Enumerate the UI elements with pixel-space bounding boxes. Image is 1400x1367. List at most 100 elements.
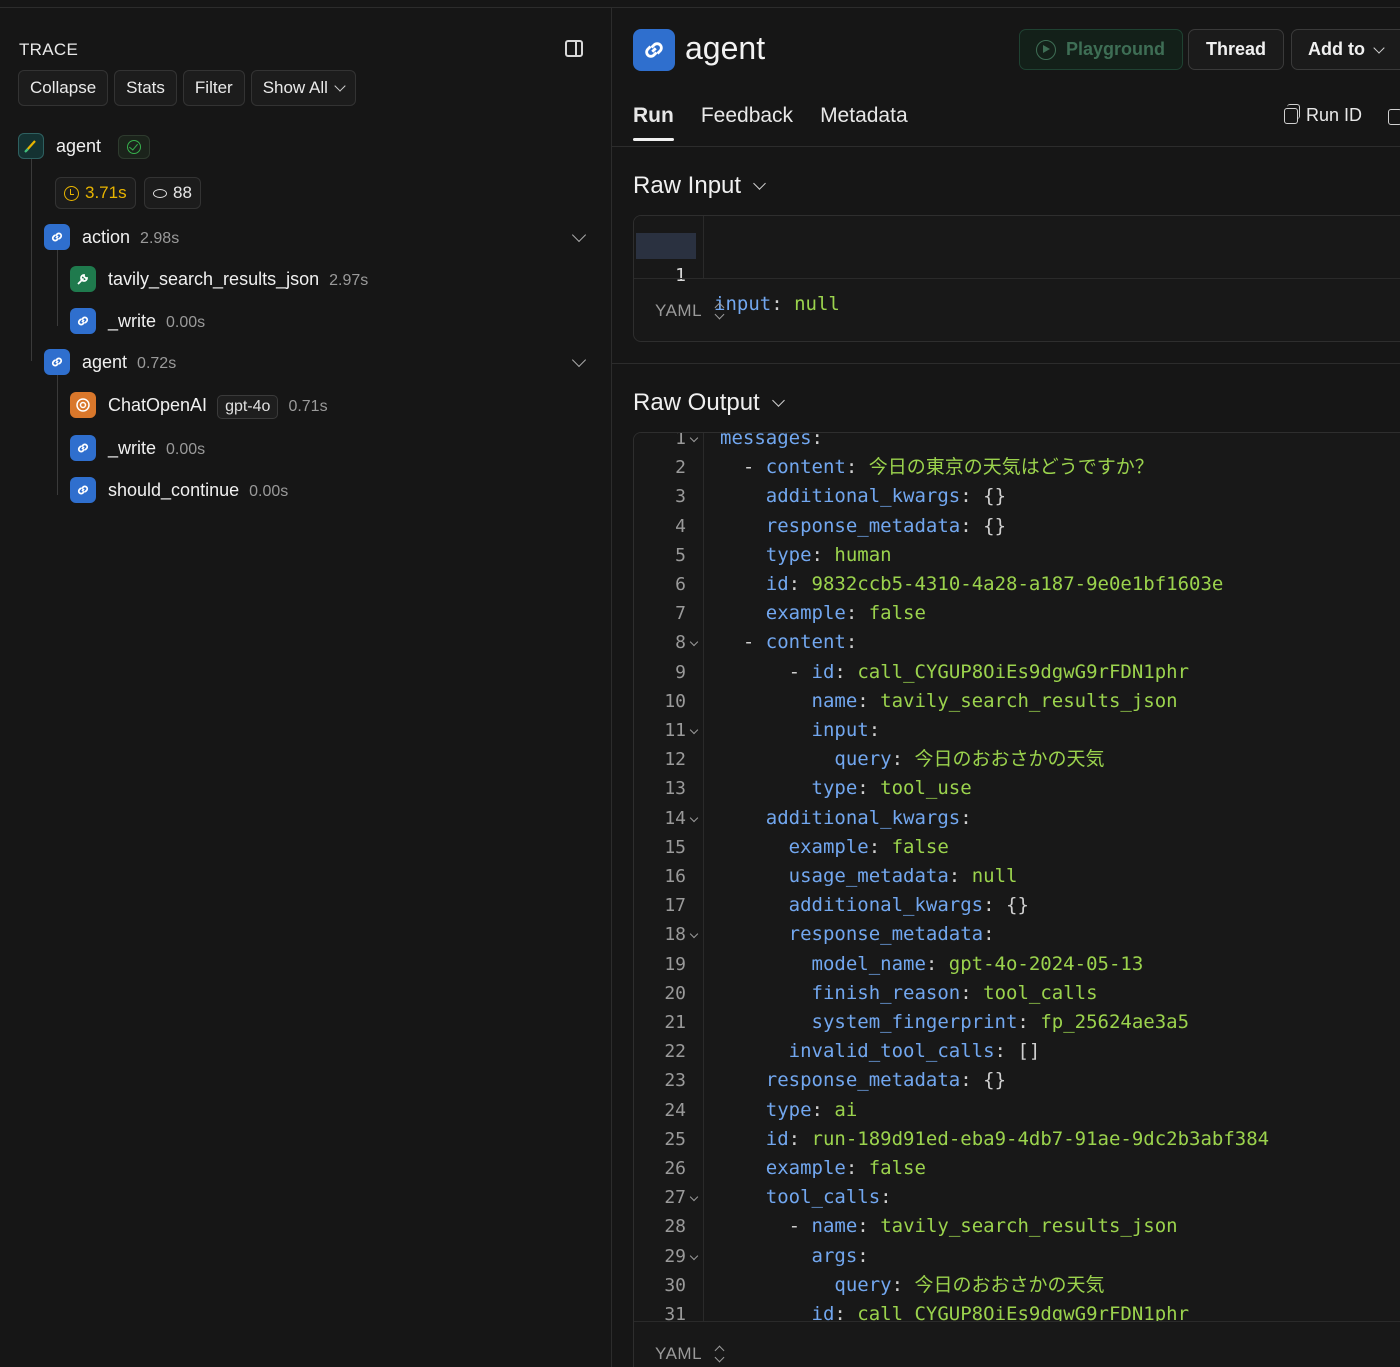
code-line: 27 tool_calls: [664, 1186, 892, 1209]
code-line: 29 args: [664, 1244, 869, 1267]
tokens-icon [153, 188, 167, 198]
trace-node-agent[interactable]: agent 0.72s [82, 352, 176, 373]
collapse-button[interactable]: Collapse [18, 70, 109, 106]
run-tabs: Run Feedback Metadata [633, 104, 908, 141]
trace-node-write[interactable]: _write 0.00s [108, 311, 205, 332]
show-all-dropdown[interactable]: Show All [250, 70, 356, 106]
code-line: 28 - name: tavily_search_results_json [664, 1215, 1178, 1238]
code-line: 15 example: false [664, 835, 949, 858]
tab-metadata[interactable]: Metadata [820, 104, 908, 141]
tree-connector [31, 158, 32, 361]
filter-button[interactable]: Filter [182, 70, 245, 106]
copy-run-id-button[interactable]: Run ID [1284, 103, 1362, 126]
trace-node-write[interactable]: _write 0.00s [108, 438, 205, 459]
chevron-down-icon [334, 80, 346, 92]
code-line: 20 finish_reason: tool_calls [664, 981, 1098, 1004]
code-line: 13 type: tool_use [664, 777, 972, 800]
fold-chevron-icon[interactable] [689, 930, 699, 939]
trace-panel: TRACE Collapse Stats Filter Show All age… [0, 8, 612, 1367]
tree-connector [57, 250, 58, 326]
tree-connector [57, 375, 58, 495]
run-detail-panel: agent Playground Thread Add to Run Feedb… [612, 8, 1400, 1367]
code-line: 25 id: run-189d91ed-eba9-4db7-91ae-9dc2b… [664, 1127, 1270, 1150]
add-to-dropdown[interactable]: Add to [1291, 29, 1400, 70]
playground-button[interactable]: Playground [1019, 29, 1183, 70]
trace-node-chatopenai[interactable]: ChatOpenAI gpt-4o 0.71s [108, 395, 328, 419]
code-line: 14 additional_kwargs: [664, 806, 972, 829]
raw-input-toggle[interactable]: Raw Input [633, 172, 766, 200]
fold-chevron-icon[interactable] [689, 1192, 699, 1202]
fold-chevron-icon[interactable] [689, 638, 699, 647]
trace-node-should-continue[interactable]: should_continue 0.00s [108, 480, 288, 501]
openai-icon [70, 392, 96, 418]
code-line: 26 example: false [664, 1157, 926, 1179]
code-line: 5 type: human [675, 543, 892, 566]
code-line: 16 usage_metadata: null [664, 865, 1018, 887]
raw-output-editor[interactable]: 1 messages: 2 - content: 今日の東京の天気はどうですか？ 3 … [633, 432, 1400, 1367]
chevron-up-down-icon [714, 302, 724, 320]
copy-icon [1284, 103, 1300, 124]
wrench-tool-icon [70, 266, 96, 292]
chevron-down-icon[interactable] [571, 352, 587, 368]
chain-icon [70, 435, 96, 461]
agent-root-icon [18, 133, 44, 159]
chain-icon [44, 349, 70, 375]
code-line: 7 example: false [675, 602, 926, 625]
format-selector[interactable]: YAML [634, 278, 1400, 341]
play-icon [1036, 39, 1056, 60]
trace-node-tavily-search[interactable]: tavily_search_results_json 2.97s [108, 269, 368, 290]
raw-output-toggle[interactable]: Raw Output [633, 389, 785, 417]
model-badge: gpt-4o [217, 395, 279, 419]
code-line: 17 additional_kwargs: {} [664, 894, 1029, 917]
chevron-down-icon [1373, 41, 1385, 54]
code-line: 22 invalid_tool_calls: [] [664, 1040, 1041, 1063]
code-line: 11 input: [664, 719, 881, 741]
trace-title: TRACE [19, 40, 79, 59]
code-line: 30 query: 今日のおおさかの天気 [664, 1273, 1105, 1296]
chain-icon [70, 308, 96, 334]
tab-run[interactable]: Run [633, 104, 674, 141]
stats-button[interactable]: Stats [114, 70, 177, 106]
fold-chevron-icon[interactable] [689, 813, 699, 822]
trace-node-action[interactable]: action 2.98s [82, 227, 179, 248]
code-line: 8 - content: [675, 631, 858, 654]
thread-button[interactable]: Thread [1188, 29, 1284, 70]
chevron-down-icon [771, 393, 785, 407]
chevron-down-icon[interactable] [571, 227, 587, 243]
code-line: 1 messages: [675, 432, 823, 449]
trace-toolbar: Collapse Stats Filter Show All [18, 70, 356, 106]
code-line: 9 - id: call_CYGUP8OiEs9dgwG9rFDN1phr [675, 660, 1190, 683]
clock-icon [64, 185, 79, 201]
fold-chevron-icon[interactable] [689, 433, 699, 443]
format-selector[interactable]: YAML [634, 1321, 1400, 1367]
code-line: 23 response_metadata: {} [664, 1069, 1007, 1092]
tab-feedback[interactable]: Feedback [701, 104, 793, 141]
panel-toggle-icon[interactable] [565, 40, 583, 57]
chain-icon [633, 29, 675, 71]
code-line: 19 model_name: gpt-4o-2024-05-13 [664, 952, 1144, 975]
run-title: agent [685, 30, 766, 66]
chevron-up-down-icon [714, 1345, 724, 1363]
code-line: 12 query: 今日のおおさかの天気 [664, 748, 1105, 771]
trace-root-agent[interactable]: agent [56, 136, 101, 157]
copy-icon[interactable] [1388, 109, 1400, 125]
code-line: 3 additional_kwargs: {} [675, 485, 1007, 508]
fold-chevron-icon[interactable] [689, 1251, 699, 1260]
code-line: 2 - content: 今日の東京の天気はどうですか？ [675, 456, 1154, 479]
code-line: 18 response_metadata: [664, 923, 995, 946]
code-line: 10 name: tavily_search_results_json [664, 689, 1178, 712]
code-line: 4 response_metadata: {} [675, 514, 1007, 537]
chain-icon [70, 477, 96, 503]
check-circle-icon [127, 140, 141, 154]
token-count-badge: 88 [144, 177, 201, 209]
chevron-down-icon [753, 176, 766, 190]
latency-badge: 3.71s [55, 177, 136, 209]
fold-chevron-icon[interactable] [689, 725, 699, 735]
raw-input-editor[interactable]: 1 input: null YAML [633, 215, 1400, 342]
code-line: 24 type: ai [664, 1098, 858, 1121]
success-status-badge [118, 135, 150, 159]
code-line: 21 system_fingerprint: fp_25624ae3a5 [664, 1011, 1190, 1033]
top-border [0, 0, 1400, 8]
code-line: 1 input: null [675, 265, 840, 315]
tabs-divider [612, 146, 1400, 147]
